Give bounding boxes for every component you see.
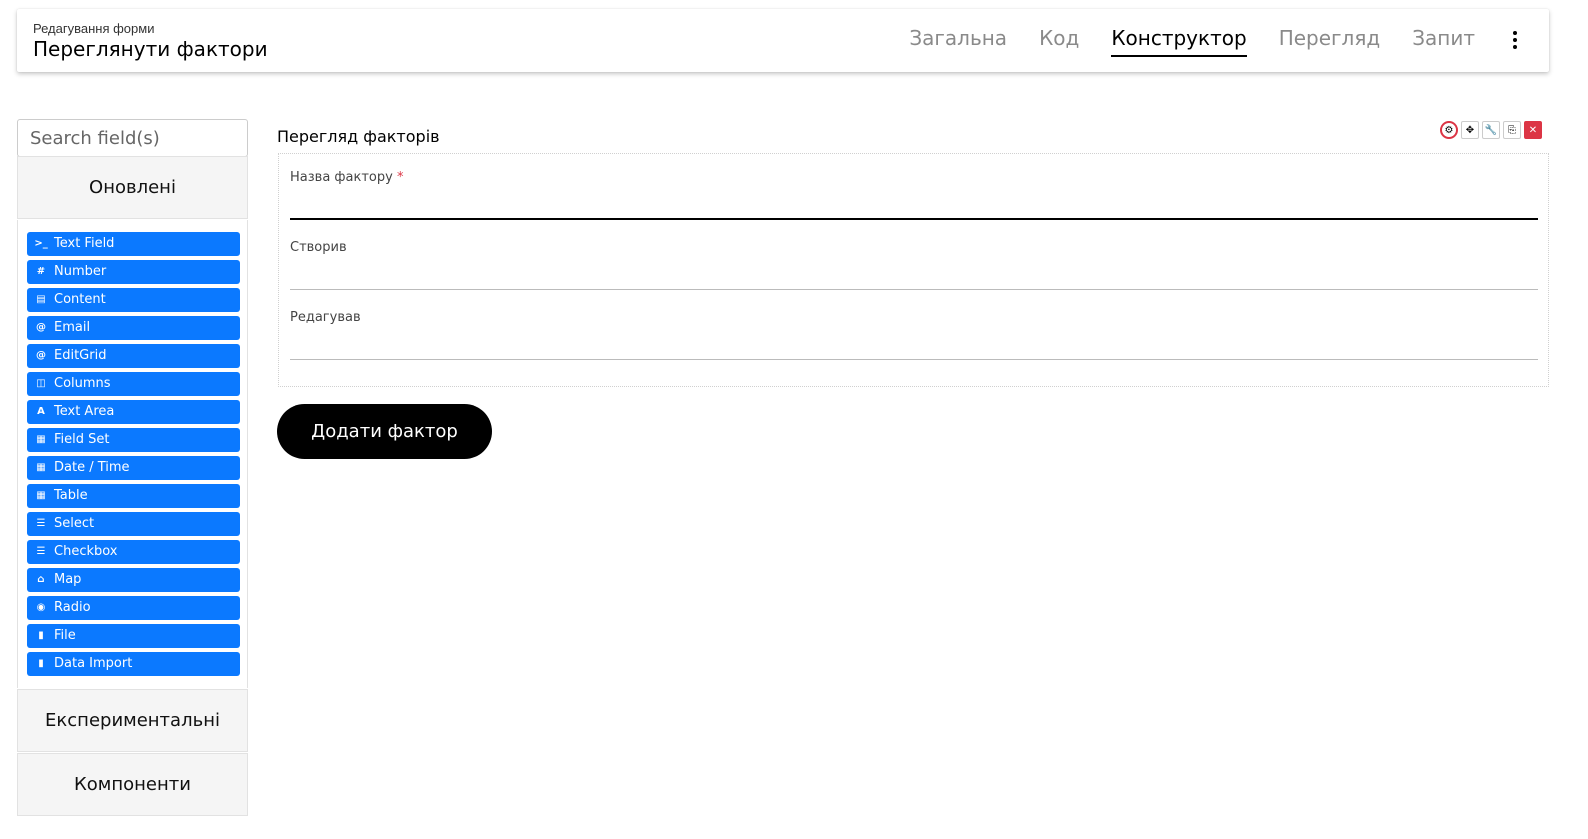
- search-input[interactable]: [17, 119, 248, 157]
- component-map[interactable]: ⌂ Map: [27, 568, 240, 592]
- tab-preview[interactable]: Перегляд: [1279, 23, 1381, 57]
- file-icon: ▮: [38, 630, 44, 641]
- terminal-icon: >_: [34, 238, 48, 249]
- component-label: Map: [54, 572, 82, 587]
- tab-bar: Загальна Код Конструктор Перегляд Запит: [877, 23, 1475, 57]
- kebab-menu-icon[interactable]: [1511, 31, 1519, 49]
- dot-circle-icon: ◉: [36, 602, 46, 613]
- calendar-icon: ▦: [36, 462, 46, 473]
- edited-by-label: Редагував: [290, 310, 361, 325]
- component-label: Field Set: [54, 432, 110, 447]
- panel-title: Перегляд факторів: [277, 127, 440, 146]
- component-label: Checkbox: [54, 544, 118, 559]
- created-by-input[interactable]: [290, 289, 1538, 290]
- component-label: EditGrid: [54, 348, 107, 363]
- component-label: Content: [54, 292, 106, 307]
- component-label: Date / Time: [54, 460, 130, 475]
- tab-code[interactable]: Код: [1039, 23, 1079, 57]
- component-label: Text Field: [54, 236, 115, 251]
- at-icon: @: [36, 322, 46, 333]
- table-icon: ▦: [36, 490, 46, 501]
- copy-icon[interactable]: ⎘: [1503, 121, 1521, 139]
- group-experimental[interactable]: Експериментальні: [17, 689, 248, 752]
- th-large-icon: ▦: [36, 434, 46, 445]
- component-label: Radio: [54, 600, 91, 615]
- list-icon: ☰: [36, 546, 46, 557]
- delete-icon[interactable]: ✕: [1524, 121, 1542, 139]
- component-label: Data Import: [54, 656, 133, 671]
- component-field-set[interactable]: ▦ Field Set: [27, 428, 240, 452]
- at-icon: @: [36, 350, 46, 361]
- header-subtitle: Редагування форми: [33, 21, 155, 36]
- component-label: Number: [54, 264, 107, 279]
- component-label: Text Area: [54, 404, 115, 419]
- component-label: Select: [54, 516, 95, 531]
- factor-name-input[interactable]: [290, 218, 1538, 220]
- component-file[interactable]: ▮ File: [27, 624, 240, 648]
- required-mark: *: [396, 170, 404, 185]
- component-editgrid[interactable]: @ EditGrid: [27, 344, 240, 368]
- tab-general[interactable]: Загальна: [909, 23, 1007, 57]
- component-email[interactable]: @ Email: [27, 316, 240, 340]
- list-icon: ☰: [36, 518, 46, 529]
- font-icon: A: [37, 406, 45, 417]
- group-components[interactable]: Компоненти: [17, 753, 248, 816]
- home-icon: ⌂: [37, 574, 45, 585]
- tab-builder[interactable]: Конструктор: [1111, 23, 1247, 57]
- component-content[interactable]: ▤ Content: [27, 288, 240, 312]
- component-checkbox[interactable]: ☰ Checkbox: [27, 540, 240, 564]
- columns-icon: ◫: [36, 378, 46, 389]
- group-updated[interactable]: Оновлені: [17, 156, 248, 219]
- component-columns[interactable]: ◫ Columns: [27, 372, 240, 396]
- component-label: Columns: [54, 376, 111, 391]
- form-panel: Назва фактору * Створив Редагував: [278, 153, 1549, 387]
- tab-request[interactable]: Запит: [1412, 23, 1475, 57]
- add-factor-button[interactable]: Додати фактор: [277, 404, 492, 459]
- component-toolbar: ⚙ ✥ 🔧 ⎘ ✕: [1440, 121, 1545, 139]
- move-icon[interactable]: ✥: [1461, 121, 1479, 139]
- component-radio[interactable]: ◉ Radio: [27, 596, 240, 620]
- component-text-field[interactable]: >_ Text Field: [27, 232, 240, 256]
- page-title: Переглянути фактори: [33, 37, 268, 61]
- component-select[interactable]: ☰ Select: [27, 512, 240, 536]
- component-label: Email: [54, 320, 91, 335]
- component-text-area[interactable]: A Text Area: [27, 400, 240, 424]
- field-label-factor-name: Назва фактору *: [290, 170, 403, 185]
- html-icon: ▤: [36, 294, 46, 305]
- factor-name-label: Назва фактору: [290, 170, 393, 185]
- component-date-time[interactable]: ▦ Date / Time: [27, 456, 240, 480]
- gear-icon[interactable]: ⚙: [1440, 121, 1458, 139]
- component-list: >_ Text Field # Number ▤ Content @ Email @ Ed…: [17, 220, 248, 688]
- file-icon: ▮: [38, 658, 44, 669]
- component-number[interactable]: # Number: [27, 260, 240, 284]
- hashtag-icon: #: [36, 266, 46, 277]
- edited-by-input[interactable]: [290, 359, 1538, 360]
- component-label: File: [54, 628, 76, 643]
- component-data-import[interactable]: ▮ Data Import: [27, 652, 240, 676]
- created-by-label: Створив: [290, 240, 347, 255]
- component-table[interactable]: ▦ Table: [27, 484, 240, 508]
- page-header: Редагування форми Переглянути фактори За…: [17, 9, 1549, 72]
- component-label: Table: [54, 488, 88, 503]
- wrench-icon[interactable]: 🔧: [1482, 121, 1500, 139]
